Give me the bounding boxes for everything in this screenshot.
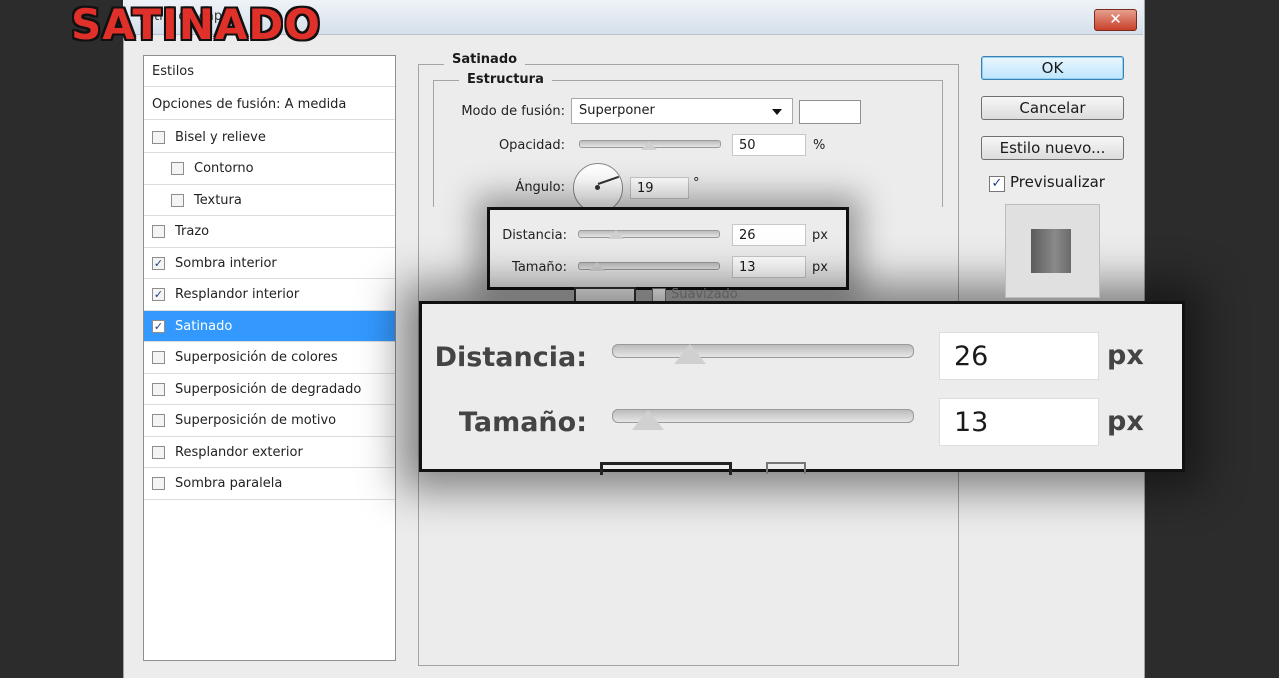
angle-dial-center [595,185,600,190]
distance-input-small[interactable]: 26 [732,224,806,246]
style-item-textura[interactable]: Textura [144,185,395,216]
style-item-satinado[interactable]: ✓ Satinado [144,311,395,342]
overlay-heading: SATINADO [71,0,321,49]
checkbox[interactable] [171,193,184,207]
angle-unit: ° [693,176,700,191]
checkbox[interactable]: ✓ [152,288,165,301]
size-slider-thumb-small[interactable] [589,262,605,271]
style-item-label: Superposición de degradado [175,381,362,397]
cancel-button[interactable]: Cancelar [981,96,1124,120]
preview-thumbnail [1031,229,1071,273]
styles-list: Estilos Opciones de fusión: A medida Bis… [143,55,396,661]
style-item-sombra-paralela[interactable]: Sombra paralela [144,469,395,500]
checkbox[interactable]: ✓ [152,319,165,333]
style-item-resplandor-exterior[interactable]: Resplandor exterior [144,437,395,468]
style-item-label: Resplandor interior [175,287,300,302]
chevron-down-icon [772,109,782,115]
style-item-label: Sombra paralela [175,476,283,491]
style-item-label: Contorno [194,161,254,176]
style-item-superposición-de-motivo[interactable]: Superposición de motivo [144,406,395,437]
structure-title: Estructura [459,72,552,87]
style-item-label: Resplandor exterior [175,444,303,460]
size-unit-zoomed: px [1107,406,1144,437]
blend-options-item[interactable]: Opciones de fusión: A medida [144,89,395,120]
distance-slider-zoomed[interactable] [612,344,914,358]
style-item-sombra-interior[interactable]: ✓ Sombra interior [144,248,395,279]
angle-dial-needle [597,175,620,185]
opacity-label: Opacidad: [498,138,565,153]
checkbox[interactable] [152,414,165,427]
blend-mode-value: Superponer [579,103,655,118]
angle-dial[interactable] [573,163,623,213]
checkbox[interactable] [152,445,165,459]
new-style-button[interactable]: Estilo nuevo... [981,136,1124,160]
style-item-contorno[interactable]: Contorno [144,154,395,185]
style-item-label: Satinado [175,318,233,334]
antialias-checkbox-zoomed [766,462,806,474]
style-item-trazo[interactable]: Trazo [144,217,395,248]
checkbox[interactable] [152,225,165,238]
blend-options-label: Opciones de fusión: A medida [152,96,347,112]
size-slider-thumb-zoomed[interactable] [632,410,664,430]
antialias-label: Suavizado [671,287,738,302]
preview-label: Previsualizar [1010,173,1105,191]
distance-slider-thumb-small[interactable] [608,230,624,239]
satin-group-title: Satinado [444,52,526,67]
angle-input[interactable]: 19 [630,177,689,199]
style-item-label: Textura [194,192,242,208]
checkbox[interactable] [152,477,165,490]
distance-size-callout-zoomed: Distancia: 26 px Tamaño: 13 px [419,301,1185,475]
close-button[interactable]: ✕ [1094,9,1137,31]
style-preview [1005,204,1100,298]
ok-button[interactable]: OK [981,56,1124,80]
color-swatch[interactable] [799,100,861,124]
style-item-label: Sombra interior [175,255,277,271]
opacity-slider-thumb[interactable] [641,141,657,150]
contour-picker-zoomed [600,462,732,475]
checkbox[interactable] [171,162,184,175]
preview-checkbox[interactable]: ✓ [989,176,1005,192]
distance-label-small: Distancia: [502,228,567,243]
size-input-small[interactable]: 13 [732,256,806,278]
style-item-label: Superposición de colores [175,350,338,365]
size-label-small: Tamaño: [512,260,567,275]
size-input-zoomed[interactable]: 13 [939,398,1099,446]
size-label-zoomed: Tamaño: [458,407,587,438]
distance-label-zoomed: Distancia: [434,342,587,373]
checkbox[interactable] [152,130,165,144]
style-item-bisel-y-relieve[interactable]: Bisel y relieve [144,122,395,153]
opacity-unit: % [813,138,826,153]
distance-unit-small: px [812,228,828,243]
style-item-label: Trazo [175,224,210,239]
size-unit-small: px [812,260,828,275]
distance-input-zoomed[interactable]: 26 [939,332,1099,380]
distance-slider-small[interactable] [578,230,720,238]
blend-mode-label: Modo de fusión: [461,104,565,119]
checkbox[interactable] [152,351,165,364]
style-item-superposición-de-degradado[interactable]: Superposición de degradado [144,374,395,405]
style-item-label: Superposición de motivo [175,413,337,428]
antialias-checkbox[interactable] [652,288,666,302]
styles-header[interactable]: Estilos [144,56,395,87]
checkbox[interactable]: ✓ [152,256,165,270]
style-item-superposición-de-colores[interactable]: Superposición de colores [144,343,395,374]
distance-size-callout-small: Distancia: 26 px Tamaño: 13 px [487,207,849,290]
angle-label: Ángulo: [515,180,565,195]
checkbox[interactable] [152,382,165,396]
styles-header-label: Estilos [152,63,195,79]
style-item-resplandor-interior[interactable]: ✓ Resplandor interior [144,280,395,311]
distance-slider-thumb-zoomed[interactable] [674,344,706,364]
style-item-label: Bisel y relieve [175,129,266,145]
blend-mode-select[interactable]: Superponer [571,98,793,124]
distance-unit-zoomed: px [1107,340,1144,371]
opacity-input[interactable]: 50 [732,134,806,156]
